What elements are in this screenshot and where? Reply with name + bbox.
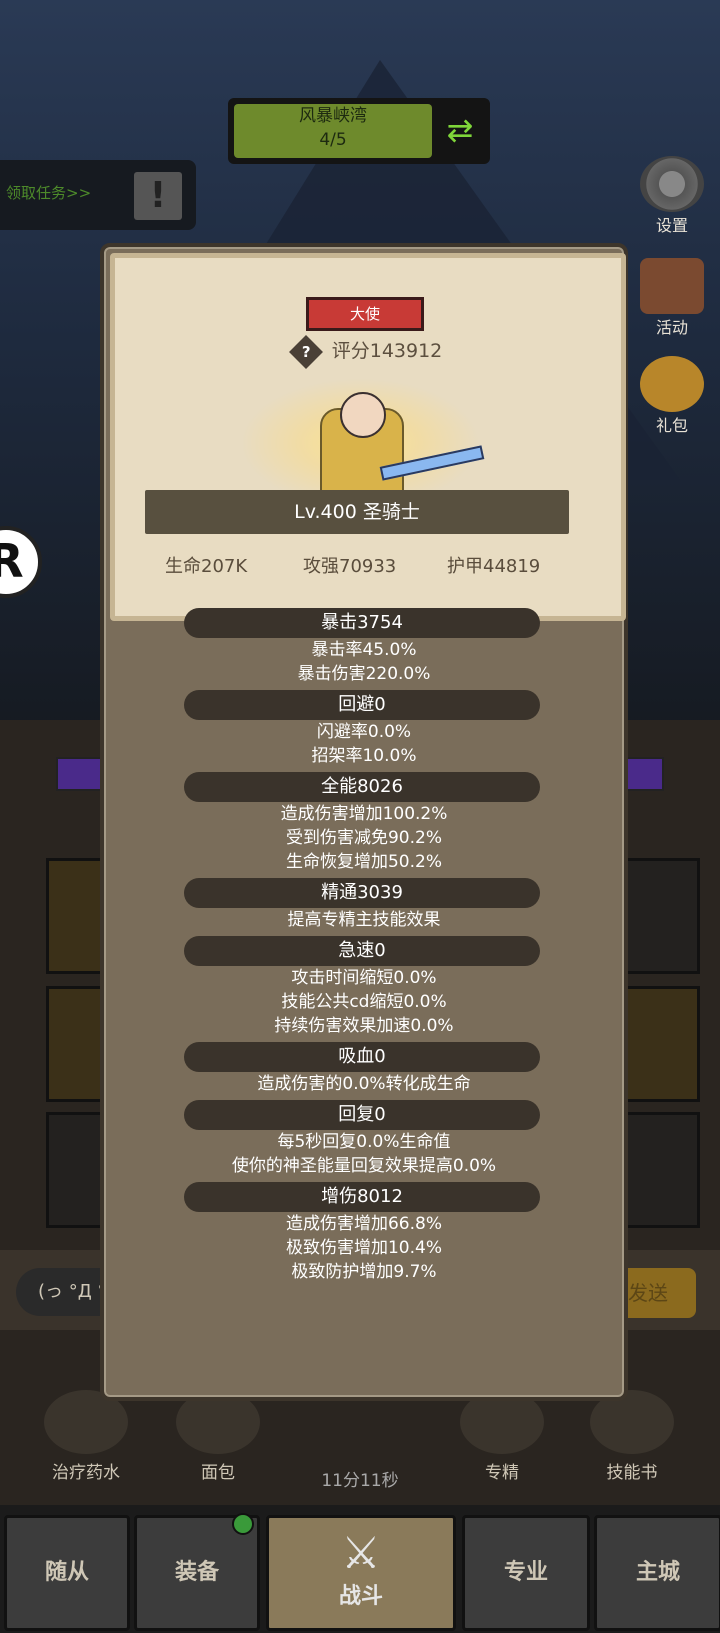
character-card: 大使 ? 评分143912 Lv.400 圣骑士 生命207K 攻强70933 护…	[110, 253, 626, 621]
help-icon[interactable]: ?	[288, 334, 323, 369]
attribute-header: 回避0	[184, 690, 540, 720]
potion-label: 治疗药水	[52, 1463, 120, 1483]
stage-info: 风暴峡湾 4/5	[234, 104, 432, 158]
attack-stat: 攻强70933	[303, 556, 397, 577]
attribute-header: 暴击3754	[184, 608, 540, 638]
attribute-detail: 极致防护增加9.7%	[291, 1262, 437, 1282]
crossed-swords-icon: ⚔	[341, 1528, 381, 1579]
attribute-detail: 造成伤害增加100.2%	[280, 804, 448, 824]
rank-badge: 大使	[306, 297, 424, 331]
hp-stat: 生命207K	[165, 556, 248, 577]
attribute-detail: 技能公共cd缩短0.0%	[281, 992, 447, 1012]
attribute-detail: 造成伤害的0.0%转化成生命	[257, 1074, 471, 1094]
attribute-detail: 提高专精主技能效果	[287, 910, 441, 930]
armor-stat: 护甲44819	[447, 556, 541, 577]
bottom-nav: 随从 装备 ⚔ 战斗 专业 主城	[0, 1505, 720, 1633]
attribute-detail: 闪避率0.0%	[316, 722, 412, 742]
attribute-header: 吸血0	[184, 1042, 540, 1072]
gift-label: 礼包	[655, 416, 688, 435]
attribute-header: 回复0	[184, 1100, 540, 1130]
attribute-detail: 造成伤害增加66.8%	[285, 1214, 442, 1234]
score-row: ? 评分143912	[115, 334, 621, 369]
skillbook-button[interactable]: 技能书	[572, 1390, 692, 1483]
hero-sprite	[240, 378, 485, 508]
attribute-detail: 招架率10.0%	[311, 746, 417, 766]
activity-icon	[640, 258, 704, 314]
nav-tab-city[interactable]: 主城	[594, 1515, 720, 1631]
potion-button[interactable]: 治疗药水	[26, 1390, 146, 1483]
gift-button[interactable]: 礼包	[630, 356, 714, 436]
class-level-bar: Lv.400 圣骑士	[145, 490, 569, 534]
nav-tab-battle-label: 战斗	[338, 1584, 383, 1609]
nav-tab-followers[interactable]: 随从	[4, 1515, 130, 1631]
quest-bar[interactable]: 领取任务>> !	[0, 160, 196, 230]
attribute-detail: 暴击伤害220.0%	[297, 664, 431, 684]
gift-icon	[640, 356, 704, 412]
quest-label[interactable]: 领取任务>>	[6, 182, 91, 203]
skillbook-label: 技能书	[606, 1463, 658, 1483]
score-value: 评分143912	[331, 340, 443, 362]
equipment-slot[interactable]	[616, 986, 700, 1102]
bread-button[interactable]: 面包	[158, 1390, 278, 1483]
equipment-slot[interactable]	[616, 1112, 700, 1228]
attribute-header: 急速0	[184, 936, 540, 966]
attribute-detail: 使你的神圣能量回复效果提高0.0%	[231, 1156, 497, 1176]
bread-label: 面包	[201, 1463, 235, 1483]
help-icon-glyph: ?	[301, 342, 311, 361]
attribute-detail: 暴击率45.0%	[311, 640, 417, 660]
settings-label: 设置	[655, 216, 688, 235]
activity-label: 活动	[655, 318, 688, 337]
attribute-detail: 生命恢复增加50.2%	[285, 852, 442, 872]
activity-button[interactable]: 活动	[630, 258, 714, 338]
stage-name: 风暴峡湾	[299, 106, 367, 126]
stage-progress: 4/5	[319, 130, 347, 150]
equipment-slot[interactable]	[616, 858, 700, 974]
specialty-label: 专精	[485, 1463, 519, 1483]
exclamation-icon[interactable]: !	[134, 172, 182, 220]
attribute-detail: 持续伤害效果加速0.0%	[274, 1016, 454, 1036]
chest-timer: 11分11秒	[321, 1471, 399, 1491]
specialty-button[interactable]: 专精	[442, 1390, 562, 1483]
nav-tab-profession[interactable]: 专业	[462, 1515, 590, 1631]
attribute-header: 精通3039	[184, 878, 540, 908]
swap-icon[interactable]: ⇄	[438, 108, 482, 152]
attribute-detail: 受到伤害减免90.2%	[285, 828, 442, 848]
attribute-detail: 每5秒回复0.0%生命值	[277, 1132, 451, 1152]
hero-head	[340, 392, 386, 438]
attribute-detail: 攻击时间缩短0.0%	[291, 968, 437, 988]
nav-tab-battle[interactable]: ⚔ 战斗	[266, 1515, 456, 1631]
stage-banner[interactable]: 风暴峡湾 4/5 ⇄	[228, 98, 490, 164]
base-stats: 生命207K 攻强70933 护甲44819	[115, 552, 621, 582]
gear-icon	[640, 156, 704, 212]
attribute-detail: 极致伤害增加10.4%	[285, 1238, 442, 1258]
notification-dot	[232, 1513, 254, 1535]
character-panel: 大使 ? 评分143912 Lv.400 圣骑士 生命207K 攻强70933 护…	[100, 243, 628, 1401]
attribute-header: 增伤8012	[184, 1182, 540, 1212]
attribute-header: 全能8026	[184, 772, 540, 802]
settings-button[interactable]: 设置	[630, 156, 714, 236]
